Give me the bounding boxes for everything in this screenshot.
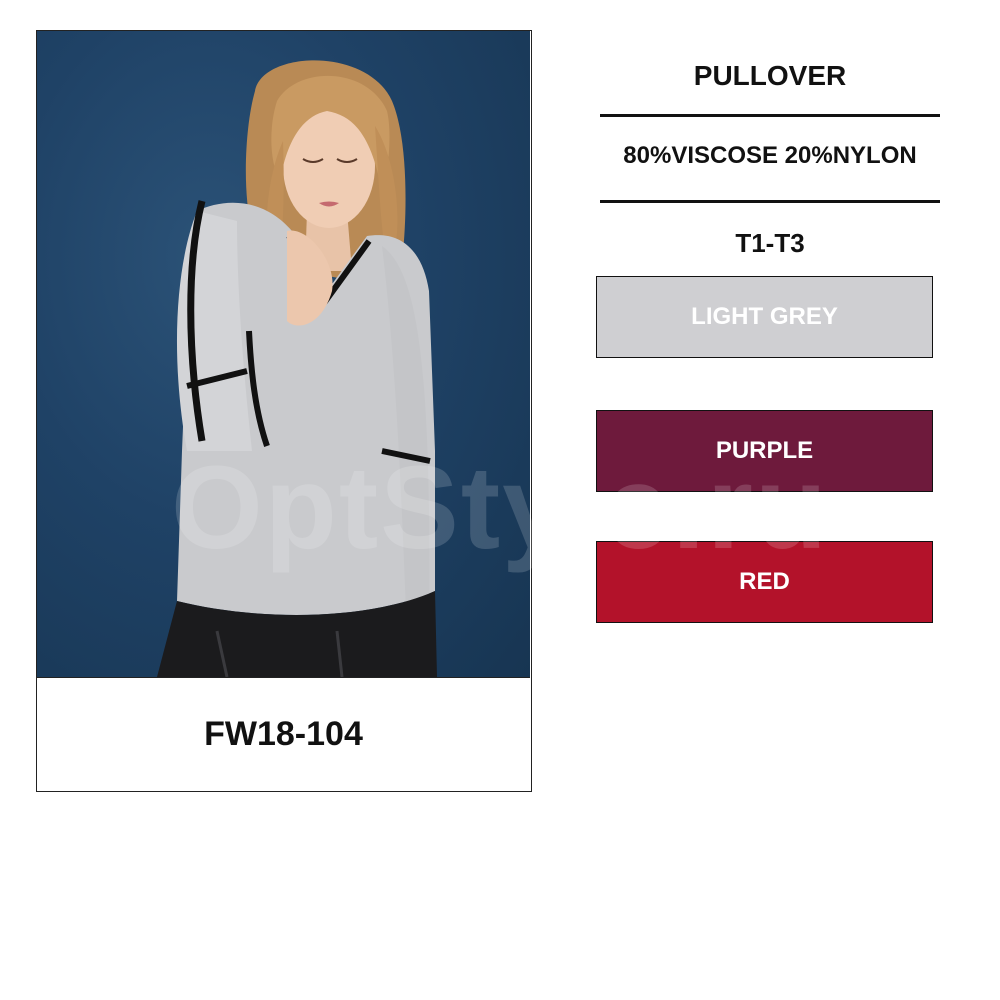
swatch-label: RED [739, 568, 790, 595]
model-code: FW18-104 [204, 714, 363, 753]
product-photo-card: FW18-104 [36, 30, 532, 792]
swatch-label: LIGHT GREY [691, 303, 838, 330]
product-name: PULLOVER [693, 60, 847, 91]
swatch-red: RED [596, 541, 933, 623]
sizes-label: T1-T3 [735, 228, 805, 258]
model-illustration [157, 60, 437, 677]
composition-label: 80%VISCOSE 20%NYLON [623, 142, 917, 169]
swatch-purple: PURPLE [596, 410, 933, 492]
swatch-light-grey: LIGHT GREY [596, 276, 933, 358]
divider-top [600, 114, 940, 117]
model-code-band: FW18-104 [37, 677, 530, 790]
divider-middle [600, 200, 940, 203]
swatch-label: PURPLE [715, 437, 814, 464]
model-photo [37, 31, 530, 677]
